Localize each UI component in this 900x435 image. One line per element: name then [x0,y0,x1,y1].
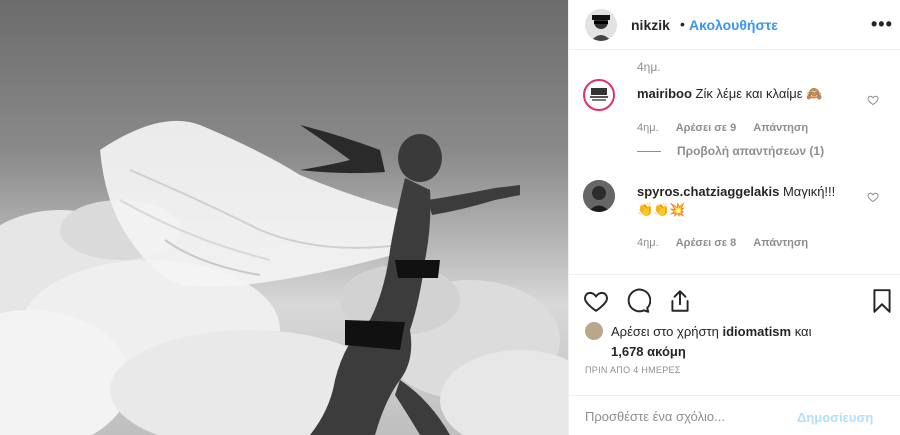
add-comment-input[interactable]: Προσθέστε ένα σχόλιο... [585,409,725,424]
post-photo-art [0,120,568,435]
post-photo[interactable] [0,0,568,435]
post-header: nikzik • Ακολουθήστε ••• [569,0,900,50]
comment-like-heart-icon[interactable] [867,191,879,203]
comment-text: Ζίκ λέμε και κλαίμε 🙈 [695,86,823,101]
liker-avatar[interactable] [585,322,603,340]
comment-body: mairiboo Ζίκ λέμε και κλαίμε 🙈 [637,85,822,103]
author-avatar[interactable] [585,9,617,41]
more-options-icon[interactable]: ••• [871,14,893,35]
comment-meta: 4ημ. Αρέσει σε 8 Απάντηση [637,237,822,249]
comment-meta: 4ημ. Αρέσει σε 9 Απάντηση [637,122,822,134]
comment-likes-count[interactable]: Αρέσει σε 8 [676,237,737,249]
commenter-username[interactable]: spyros.chatziaggelakis [637,184,779,199]
comment-emoji: 👏👏💥 [637,202,686,217]
post-actions [569,274,900,324]
bookmark-icon[interactable] [869,288,895,314]
comment-like-heart-icon[interactable] [867,94,879,106]
share-icon[interactable] [667,288,693,314]
view-replies-label: Προβολή απαντήσεων (1) [677,144,825,158]
comments-list: 4ημ. mairiboo Ζίκ λέμε και κλαίμε 🙈 4ημ.… [569,51,900,274]
author-username[interactable]: nikzik [631,17,670,33]
post-date[interactable]: ΠΡΙΝ ΑΠΟ 4 ΗΜΕΡΕΣ [585,365,681,375]
post-panel: nikzik • Ακολουθήστε ••• 4ημ. mairiboo Ζ… [568,0,900,435]
heart-icon[interactable] [583,288,609,314]
likes-prefix: Αρέσει στο χρήστη [611,324,719,339]
comment-time: 4ημ. [637,237,659,249]
replies-divider [637,151,661,153]
comment-time: 4ημ. [637,122,659,134]
view-replies-button[interactable]: Προβολή απαντήσεων (1) [637,144,824,158]
likes-line-1: Αρέσει στο χρήστη idiomatism και [611,322,811,341]
comment-text: Μαγική!!! [782,184,836,199]
header-separator: • [680,16,685,32]
comment-icon[interactable] [625,288,651,314]
commenter-username[interactable]: mairiboo [637,86,692,101]
add-comment-bar: Προσθέστε ένα σχόλιο... Δημοσίευση [569,395,900,435]
post-comment-button[interactable]: Δημοσίευση [797,410,873,425]
comment-body: spyros.chatziaggelakis Μαγική!!! 👏👏💥 [637,183,835,219]
commenter-avatar[interactable] [583,180,615,212]
reply-button[interactable]: Απάντηση [753,237,808,249]
likes-others-count[interactable]: 1,678 ακόμη [611,342,686,361]
follow-button[interactable]: Ακολουθήστε [689,17,778,33]
reply-button[interactable]: Απάντηση [753,122,808,134]
likes-joiner: και [794,324,812,339]
comment-likes-count[interactable]: Αρέσει σε 9 [676,122,737,134]
commenter-avatar[interactable] [583,79,615,111]
liker-username[interactable]: idiomatism [722,324,791,339]
comment-time: 4ημ. [637,60,661,74]
